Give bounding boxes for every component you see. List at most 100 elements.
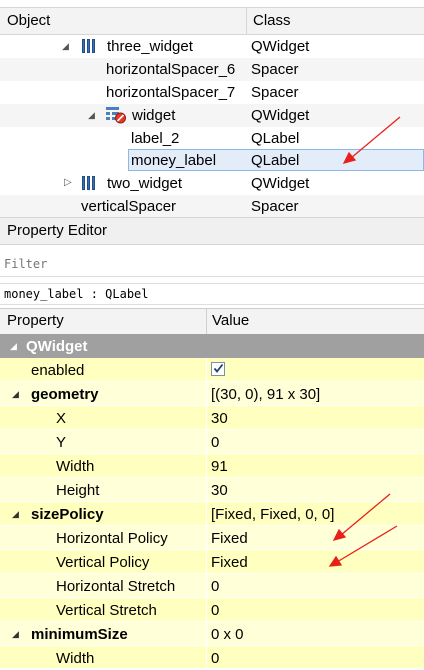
tree-item-class: QLabel <box>251 152 300 169</box>
column-separator <box>206 502 207 526</box>
property-name: Vertical Policy <box>56 554 150 571</box>
tree-item-class: QWidget <box>251 38 310 55</box>
filter-bar <box>0 253 424 277</box>
object-column-header[interactable]: Object <box>7 12 50 29</box>
property-name: minimumSize <box>31 626 128 643</box>
tree-item-name: three_widget <box>107 38 193 55</box>
collapse-triangle-icon[interactable]: ◢ <box>10 341 17 352</box>
property-value[interactable]: Fixed <box>211 530 248 547</box>
property-value[interactable]: 0 <box>211 650 219 667</box>
layout-bars-icon <box>82 176 98 190</box>
column-separator <box>206 526 207 550</box>
property-row-x[interactable]: X 30 <box>0 406 424 430</box>
property-value[interactable]: 30 <box>211 410 228 427</box>
tree-item-name: horizontalSpacer_7 <box>106 84 236 101</box>
category-row-qwidget[interactable]: ◢ QWidget <box>0 334 424 358</box>
tree-item-name: verticalSpacer <box>81 198 177 215</box>
tree-item-class: Spacer <box>251 198 299 215</box>
expand-triangle-icon[interactable]: ▷ <box>64 177 72 188</box>
collapse-triangle-icon[interactable]: ◢ <box>12 389 19 400</box>
tree-item-class: QLabel <box>251 130 300 147</box>
property-row-width[interactable]: Width 91 <box>0 454 424 478</box>
checkbox-checked-icon <box>213 363 224 373</box>
tree-item-name: horizontalSpacer_6 <box>106 61 236 78</box>
filter-input[interactable] <box>4 255 414 273</box>
tree-row-money-label[interactable]: money_label QLabel <box>0 149 424 172</box>
column-separator <box>206 406 207 430</box>
column-separator[interactable] <box>246 8 247 34</box>
column-separator <box>206 382 207 406</box>
property-name: Height <box>56 482 100 499</box>
enabled-checkbox[interactable] <box>211 362 225 376</box>
column-separator <box>206 358 207 382</box>
property-row-min-width[interactable]: Width 0 <box>0 646 424 670</box>
column-separator <box>206 646 207 670</box>
column-separator <box>206 430 207 454</box>
property-name: Horizontal Policy <box>56 530 168 547</box>
tree-row-horizontal-spacer-7[interactable]: horizontalSpacer_7 Spacer <box>0 81 424 104</box>
category-label: QWidget <box>26 338 88 355</box>
property-row-y[interactable]: Y 0 <box>0 430 424 454</box>
property-name: Width <box>56 458 95 475</box>
property-name: enabled <box>31 362 85 379</box>
widget-broken-layout-icon <box>105 106 127 124</box>
property-value[interactable]: 0 <box>211 602 219 619</box>
property-value[interactable]: 0 <box>211 578 219 595</box>
column-separator <box>206 454 207 478</box>
tree-item-name: money_label <box>131 152 217 169</box>
property-row-minimum-size[interactable]: ◢ minimumSize 0 x 0 <box>0 622 424 646</box>
property-row-geometry[interactable]: ◢ geometry [(30, 0), 91 x 30] <box>0 382 424 406</box>
tree-row-widget[interactable]: ◢ widget QWidget <box>0 104 424 127</box>
property-value[interactable]: Fixed <box>211 554 248 571</box>
property-name: geometry <box>31 386 99 403</box>
tree-item-name: widget <box>132 107 176 124</box>
property-name: X <box>56 410 67 427</box>
column-separator <box>206 598 207 622</box>
property-row-horizontal-stretch[interactable]: Horizontal Stretch 0 <box>0 574 424 598</box>
column-separator <box>206 550 207 574</box>
tree-row-three-widget[interactable]: ◢ three_widget QWidget <box>0 35 424 58</box>
column-separator <box>206 622 207 646</box>
property-row-vertical-policy[interactable]: Vertical Policy Fixed <box>0 550 424 574</box>
tree-item-class: QWidget <box>251 175 310 192</box>
property-row-enabled[interactable]: enabled <box>0 358 424 382</box>
property-value[interactable]: [Fixed, Fixed, 0, 0] <box>211 506 334 523</box>
class-column-header[interactable]: Class <box>253 12 291 29</box>
property-name: Width <box>56 650 95 667</box>
property-editor-title: Property Editor <box>7 222 108 239</box>
tree-row-label-2[interactable]: label_2 QLabel <box>0 127 424 150</box>
value-column-header[interactable]: Value <box>212 312 249 329</box>
collapse-triangle-icon[interactable]: ◢ <box>88 110 95 121</box>
tree-item-class: QWidget <box>251 107 310 124</box>
tree-item-name: two_widget <box>107 175 183 192</box>
property-row-size-policy[interactable]: ◢ sizePolicy [Fixed, Fixed, 0, 0] <box>0 502 424 526</box>
property-name: sizePolicy <box>31 506 104 523</box>
tree-row-horizontal-spacer-6[interactable]: horizontalSpacer_6 Spacer <box>0 58 424 81</box>
property-name: Vertical Stretch <box>56 602 157 619</box>
property-value[interactable]: 30 <box>211 482 228 499</box>
collapse-triangle-icon[interactable]: ◢ <box>12 509 19 520</box>
column-separator[interactable] <box>206 309 207 334</box>
property-name: Y <box>56 434 67 451</box>
property-editor-titlebar[interactable]: Property Editor <box>0 218 424 245</box>
layout-bars-icon <box>82 39 98 53</box>
property-value[interactable]: [(30, 0), 91 x 30] <box>211 386 320 403</box>
property-row-height[interactable]: Height 30 <box>0 478 424 502</box>
collapse-triangle-icon[interactable]: ◢ <box>62 41 69 52</box>
property-value[interactable]: 0 x 0 <box>211 626 244 643</box>
tree-item-class: Spacer <box>251 84 299 101</box>
property-value[interactable]: 91 <box>211 458 228 475</box>
property-table-header: Property Value <box>0 308 424 335</box>
tree-row-two-widget[interactable]: ▷ two_widget QWidget <box>0 172 424 195</box>
current-object-line: money_label : QLabel <box>0 283 424 305</box>
object-inspector-header: Object Class <box>0 7 424 35</box>
current-object-label: money_label : QLabel <box>4 287 149 301</box>
column-separator <box>206 574 207 598</box>
property-column-header[interactable]: Property <box>7 312 64 329</box>
property-row-vertical-stretch[interactable]: Vertical Stretch 0 <box>0 598 424 622</box>
property-value[interactable]: 0 <box>211 434 219 451</box>
collapse-triangle-icon[interactable]: ◢ <box>12 629 19 640</box>
property-name: Horizontal Stretch <box>56 578 176 595</box>
property-row-horizontal-policy[interactable]: Horizontal Policy Fixed <box>0 526 424 550</box>
tree-row-vertical-spacer[interactable]: verticalSpacer Spacer <box>0 195 424 217</box>
